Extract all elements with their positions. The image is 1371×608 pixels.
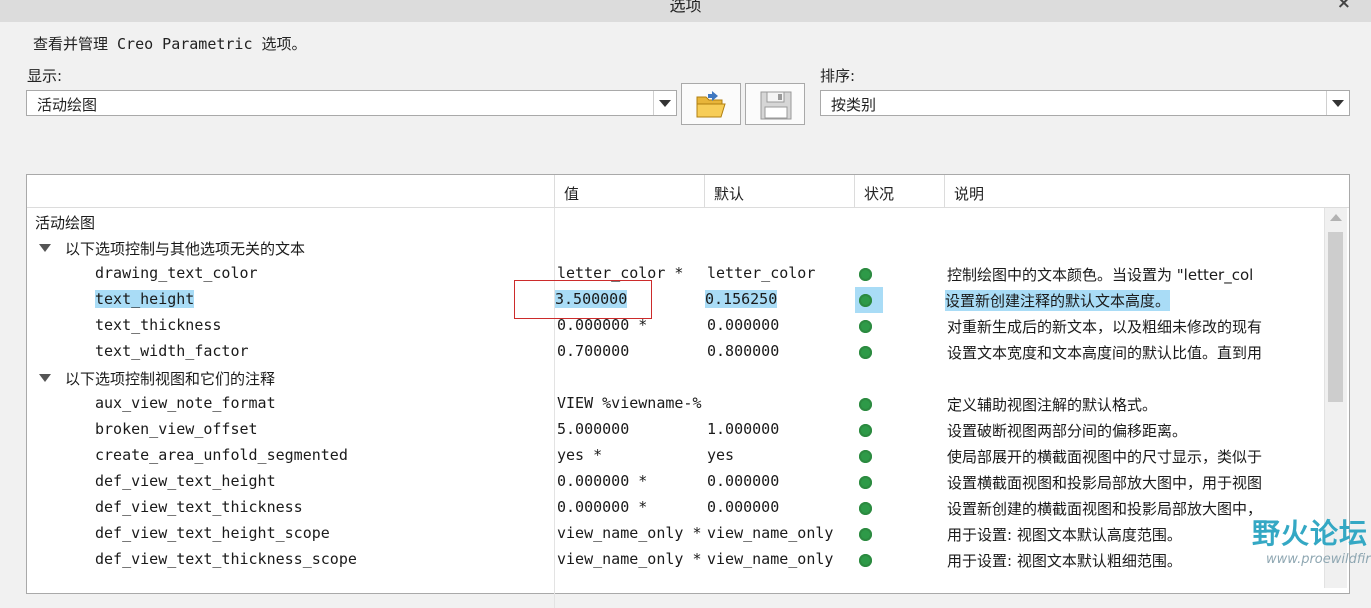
status-ok-icon <box>859 450 872 463</box>
table-row[interactable]: text_thickness 0.000000 * 0.000000 对重新生成… <box>27 313 1325 339</box>
option-default: 1.000000 <box>707 420 780 438</box>
status-ok-icon <box>859 268 872 281</box>
watermark: 野火论坛 www.proewildfire.cn <box>1232 512 1371 580</box>
option-name: def_view_text_thickness_scope <box>95 550 357 568</box>
option-name: broken_view_offset <box>95 420 258 438</box>
option-default: yes <box>707 446 735 464</box>
status-ok-icon <box>859 346 872 359</box>
group-title: 以下选项控制与其他选项无关的文本 <box>65 240 306 258</box>
expand-arrow-icon[interactable] <box>39 374 51 382</box>
header-note[interactable]: 说明 <box>945 175 1349 208</box>
option-default: letter_color <box>707 264 816 282</box>
table-row[interactable]: text_width_factor 0.700000 0.800000 设置文本… <box>27 339 1325 365</box>
title-bar: 选项 × <box>0 0 1371 22</box>
table-row[interactable]: drawing_text_color letter_color * letter… <box>27 261 1325 287</box>
option-note: 设置横截面视图和投影局部放大图中，用于视图 <box>947 474 1263 492</box>
sort-dropdown-value: 按类别 <box>831 96 877 114</box>
option-value: 0.000000 * <box>557 472 648 490</box>
option-note: 设置文本宽度和文本高度间的默认比值。直到用 <box>947 344 1263 362</box>
option-note: 设置破断视图两部分间的偏移距离。 <box>947 422 1188 440</box>
show-dropdown[interactable]: 活动绘图 <box>26 90 677 116</box>
option-default: 0.156250 <box>705 290 778 308</box>
header-status[interactable]: 状况 <box>855 175 945 208</box>
option-name: text_height <box>95 290 195 308</box>
option-name: create_area_unfold_segmented <box>95 446 348 464</box>
option-value: view_name_only * <box>557 550 702 568</box>
watermark-text: 野火论坛 <box>1252 517 1369 550</box>
category-label: 活动绘图 <box>35 214 96 232</box>
group-title: 以下选项控制视图和它们的注释 <box>65 370 276 388</box>
option-value: 0.000000 * <box>557 498 648 516</box>
option-value: 0.700000 <box>557 342 630 360</box>
status-ok-icon <box>859 424 872 437</box>
show-dropdown-value: 活动绘图 <box>37 96 98 114</box>
option-name: text_width_factor <box>95 342 249 360</box>
group-row[interactable]: 以下选项控制视图和它们的注释 <box>27 365 1325 391</box>
table-row[interactable]: def_view_text_height 0.000000 * 0.000000… <box>27 469 1325 495</box>
folder-open-icon <box>696 91 726 118</box>
open-config-button[interactable] <box>681 83 741 125</box>
option-default: 0.000000 <box>707 498 780 516</box>
header-value[interactable]: 值 <box>555 175 705 208</box>
header-name[interactable] <box>27 175 555 208</box>
table-row[interactable]: create_area_unfold_segmented yes * yes 使… <box>27 443 1325 469</box>
option-default: 0.000000 <box>707 316 780 334</box>
option-name: def_view_text_thickness <box>95 498 303 516</box>
highlight-box <box>514 280 652 319</box>
option-default: view_name_only <box>707 524 834 542</box>
option-name: drawing_text_color <box>95 264 258 282</box>
window-title: 选项 <box>669 0 702 15</box>
option-value: yes * <box>557 446 603 464</box>
table-row-selected[interactable]: text_height 3.500000 0.156250 设置新创建注释的默认… <box>27 287 1325 313</box>
expand-arrow-icon[interactable] <box>39 244 51 252</box>
options-table: 值 默认 状况 说明 活动绘图 以下选项控制与其他选项无关的文本 drawing… <box>26 174 1350 608</box>
option-name: def_view_text_height_scope <box>95 524 330 542</box>
table-row[interactable]: broken_view_offset 5.000000 1.000000 设置破… <box>27 417 1325 443</box>
option-note: 使局部展开的横截面视图中的尺寸显示，类似于 <box>947 448 1263 466</box>
sort-label: 排序: <box>820 67 856 85</box>
close-icon[interactable]: × <box>1337 0 1351 13</box>
table-row[interactable]: def_view_text_thickness 0.000000 * 0.000… <box>27 495 1325 521</box>
status-ok-icon <box>859 320 872 333</box>
table-row[interactable]: def_view_text_height_scope view_name_onl… <box>27 521 1325 547</box>
header-default[interactable]: 默认 <box>705 175 855 208</box>
option-note: 对重新生成后的新文本，以及粗细未修改的现有 <box>947 318 1263 336</box>
option-name: def_view_text_height <box>95 472 276 490</box>
category-row[interactable]: 活动绘图 <box>27 209 1325 235</box>
option-name: text_thickness <box>95 316 222 334</box>
show-label: 显示: <box>27 67 63 85</box>
watermark-url: www.proewildfire.cn <box>1266 552 1371 567</box>
option-note: 控制绘图中的文本颜色。当设置为 "letter_col <box>947 266 1254 284</box>
dialog-description: 查看并管理 Creo Parametric 选项。 <box>33 35 307 53</box>
option-default: view_name_only <box>707 550 834 568</box>
status-ok-icon <box>859 398 872 411</box>
group-row[interactable]: 以下选项控制与其他选项无关的文本 <box>27 235 1325 261</box>
option-value: view_name_only * <box>557 524 702 542</box>
option-note: 设置新创建注释的默认文本高度。 <box>945 290 1171 311</box>
status-ok-icon <box>859 554 872 567</box>
status-ok-icon <box>859 476 872 489</box>
option-default: 0.800000 <box>707 342 780 360</box>
option-value: 5.000000 <box>557 420 630 438</box>
option-note: 定义辅助视图注解的默认格式。 <box>947 396 1158 414</box>
sort-dropdown[interactable]: 按类别 <box>820 90 1350 116</box>
status-ok-icon <box>859 528 872 541</box>
status-ok-icon <box>859 502 872 515</box>
scrollbar-thumb[interactable] <box>1328 232 1343 402</box>
table-row[interactable]: aux_view_note_format VIEW %viewname-% 定义… <box>27 391 1325 417</box>
option-value: VIEW %viewname-% <box>557 394 702 412</box>
status-ok-icon <box>859 294 872 307</box>
save-config-button[interactable] <box>745 83 805 125</box>
save-icon <box>760 91 792 120</box>
option-name: aux_view_note_format <box>95 394 276 412</box>
table-row[interactable]: def_view_text_thickness_scope view_name_… <box>27 547 1325 573</box>
option-default: 0.000000 <box>707 472 780 490</box>
chevron-down-icon[interactable] <box>653 91 676 115</box>
scroll-up-icon[interactable] <box>1330 214 1342 221</box>
chevron-down-icon[interactable] <box>1326 91 1349 115</box>
